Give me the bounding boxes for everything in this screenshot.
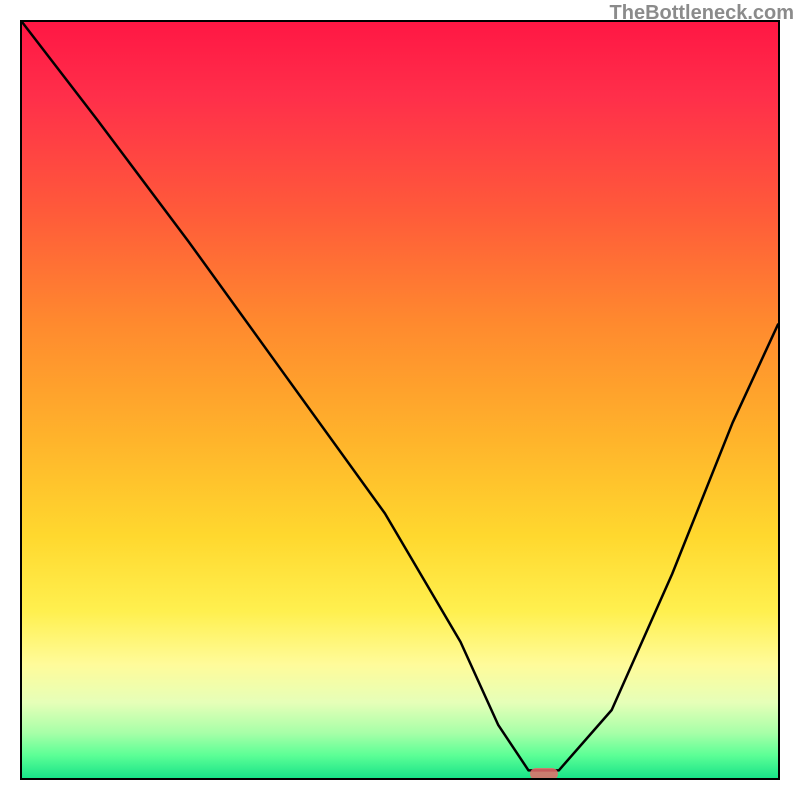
watermark-label: TheBottleneck.com (610, 2, 794, 25)
chart-container: TheBottleneck.com (0, 0, 800, 800)
optimal-marker (530, 768, 558, 780)
plot-area (20, 20, 780, 780)
gradient-background (22, 22, 778, 778)
